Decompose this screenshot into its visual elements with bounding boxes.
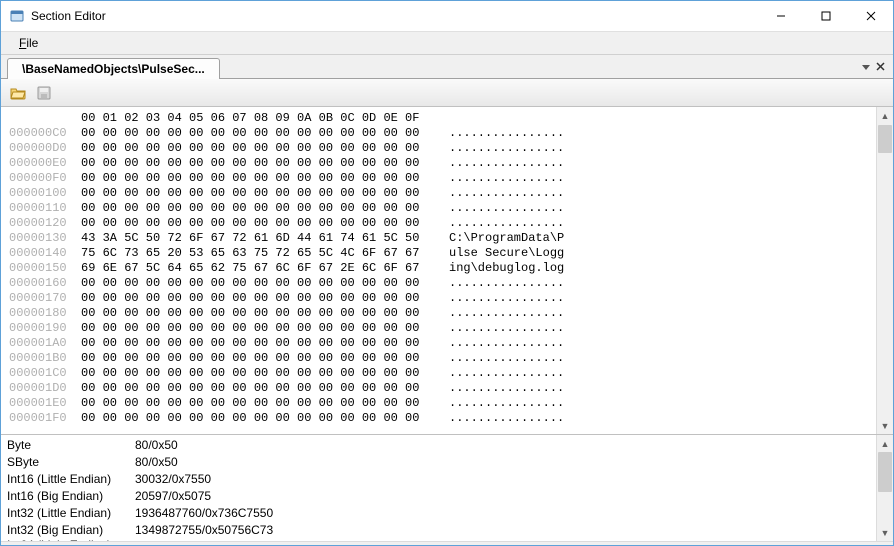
inspector-label: Byte: [1, 438, 131, 452]
hex-row[interactable]: 000000D000 00 00 00 00 00 00 00 00 00 00…: [9, 141, 876, 156]
maximize-button[interactable]: [803, 1, 848, 31]
inspector-label: Int16 (Big Endian): [1, 489, 131, 503]
inspector-row: Int32 (Little Endian)1936487760/0x736C75…: [1, 504, 876, 521]
inspector-scrollbar[interactable]: ▲ ▼: [876, 435, 893, 541]
inspector-value: 80/0x50: [131, 438, 178, 452]
hex-row[interactable]: 000001E000 00 00 00 00 00 00 00 00 00 00…: [9, 396, 876, 411]
tab-section[interactable]: \BaseNamedObjects\PulseSec...: [7, 58, 220, 79]
hex-row[interactable]: 000000C000 00 00 00 00 00 00 00 00 00 00…: [9, 126, 876, 141]
hex-row[interactable]: 000000F000 00 00 00 00 00 00 00 00 00 00…: [9, 171, 876, 186]
tab-label: \BaseNamedObjects\PulseSec...: [22, 62, 205, 76]
inspector-label: Int32 (Big Endian): [1, 523, 131, 537]
menu-file-rest: ile: [26, 36, 38, 50]
open-button[interactable]: [7, 82, 29, 104]
menubar: File: [1, 31, 893, 55]
hex-row[interactable]: 000001D000 00 00 00 00 00 00 00 00 00 00…: [9, 381, 876, 396]
hex-row[interactable]: 0000018000 00 00 00 00 00 00 00 00 00 00…: [9, 306, 876, 321]
hex-row[interactable]: 0000014075 6C 73 65 20 53 65 63 75 72 65…: [9, 246, 876, 261]
hex-row[interactable]: 0000010000 00 00 00 00 00 00 00 00 00 00…: [9, 186, 876, 201]
inspector-row: Int32 (Big Endian)1349872755/0x50756C73: [1, 521, 876, 538]
tab-close-icon[interactable]: [876, 60, 885, 74]
inspector-row: Int16 (Big Endian)20597/0x5075: [1, 487, 876, 504]
inspector-value: 20597/0x5075: [131, 489, 211, 503]
scroll-up-icon[interactable]: ▲: [877, 107, 893, 124]
tab-dropdown-icon[interactable]: [862, 60, 870, 74]
hex-row[interactable]: 000001F000 00 00 00 00 00 00 00 00 00 00…: [9, 411, 876, 426]
scroll-down-icon[interactable]: ▼: [877, 417, 893, 434]
hex-row[interactable]: 0000013043 3A 5C 50 72 6F 67 72 61 6D 44…: [9, 231, 876, 246]
inspector-row: Int16 (Little Endian)30032/0x7550: [1, 470, 876, 487]
save-button[interactable]: [33, 82, 55, 104]
inspector-label: Int32 (Little Endian): [1, 506, 131, 520]
window-title: Section Editor: [31, 9, 758, 23]
hex-row[interactable]: 0000019000 00 00 00 00 00 00 00 00 00 00…: [9, 321, 876, 336]
menu-file[interactable]: File: [11, 33, 46, 53]
hex-row[interactable]: 000001B000 00 00 00 00 00 00 00 00 00 00…: [9, 351, 876, 366]
scroll-up-icon[interactable]: ▲: [877, 435, 893, 452]
hex-row[interactable]: 000000E000 00 00 00 00 00 00 00 00 00 00…: [9, 156, 876, 171]
tabbar: \BaseNamedObjects\PulseSec...: [1, 55, 893, 79]
inspector-value: 30032/0x7550: [131, 472, 211, 486]
hex-row[interactable]: 0000016000 00 00 00 00 00 00 00 00 00 00…: [9, 276, 876, 291]
hex-row[interactable]: 0000015069 6E 67 5C 64 65 62 75 67 6C 6F…: [9, 261, 876, 276]
app-icon: [9, 8, 25, 24]
titlebar: Section Editor: [1, 1, 893, 31]
hex-row[interactable]: 0000012000 00 00 00 00 00 00 00 00 00 00…: [9, 216, 876, 231]
vertical-scrollbar[interactable]: ▲ ▼: [876, 107, 893, 434]
inspector-value: 1349872755/0x50756C73: [131, 523, 273, 537]
scroll-thumb[interactable]: [878, 452, 892, 492]
inspector-panel: Byte80/0x50SByte80/0x50Int16 (Little End…: [1, 435, 893, 541]
inspector-label: Int16 (Little Endian): [1, 472, 131, 486]
inspector-value: 80/0x50: [131, 455, 178, 469]
toolbar: [1, 79, 893, 107]
inspector-row: Byte80/0x50: [1, 436, 876, 453]
inspector-label: SByte: [1, 455, 131, 469]
hex-row[interactable]: 000001A000 00 00 00 00 00 00 00 00 00 00…: [9, 336, 876, 351]
hex-row[interactable]: 000001C000 00 00 00 00 00 00 00 00 00 00…: [9, 366, 876, 381]
scroll-thumb[interactable]: [878, 125, 892, 153]
inspector-value: 1936487760/0x736C7550: [131, 506, 273, 520]
scroll-down-icon[interactable]: ▼: [877, 524, 893, 541]
hex-row[interactable]: 0000011000 00 00 00 00 00 00 00 00 00 00…: [9, 201, 876, 216]
status-bar: [1, 541, 893, 545]
close-button[interactable]: [848, 1, 893, 31]
hex-body[interactable]: 0000000000 01 02 03 04 05 06 07 08 09 0A…: [1, 107, 876, 434]
minimize-button[interactable]: [758, 1, 803, 31]
hex-viewer: 0000000000 01 02 03 04 05 06 07 08 09 0A…: [1, 107, 893, 435]
inspector-row: SByte80/0x50: [1, 453, 876, 470]
hex-row[interactable]: 0000017000 00 00 00 00 00 00 00 00 00 00…: [9, 291, 876, 306]
